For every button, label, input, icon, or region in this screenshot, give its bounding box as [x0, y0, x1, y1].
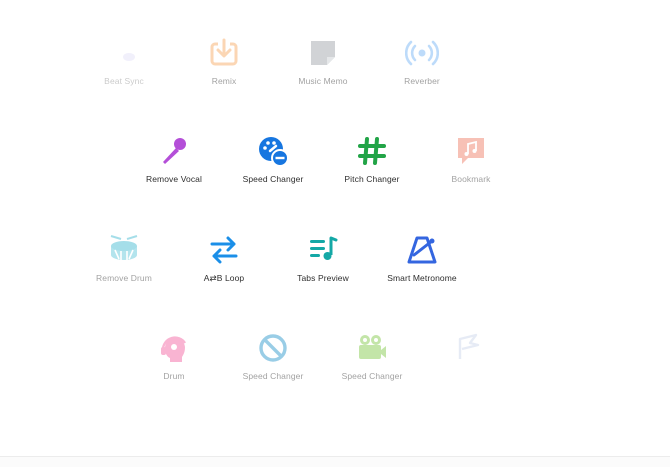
- tool-label: Beat Sync: [104, 76, 144, 86]
- tool-label: Music Memo: [298, 76, 348, 86]
- bottom-divider: [0, 456, 670, 467]
- tool-label: A⇄B Loop: [203, 273, 245, 283]
- tool-label: Speed Changer: [242, 174, 304, 184]
- tool-tile-ab-loop[interactable]: A⇄B Loop: [174, 225, 274, 305]
- music-note-chat-icon: [454, 134, 488, 168]
- tool-label: Remove Vocal: [145, 174, 202, 184]
- tool-tile-reverber[interactable]: Reverber: [372, 28, 472, 108]
- tool-label: Remix: [211, 76, 237, 86]
- tool-tile-pitch-changer[interactable]: Pitch Changer: [322, 126, 422, 206]
- tool-label: Speed Changer: [242, 371, 304, 381]
- playlist-icon: [306, 233, 340, 267]
- tool-tile-remove-drum[interactable]: Remove Drum: [74, 225, 174, 305]
- tool-label: Smart Metronome: [387, 273, 457, 283]
- tool-label: Pitch Changer: [344, 174, 400, 184]
- tool-label: Remove Drum: [96, 273, 152, 283]
- tool-label: Bookmark: [451, 174, 491, 184]
- tool-tile-bookmark[interactable]: Bookmark: [421, 126, 521, 206]
- tool-tile-speed-changer-2[interactable]: Speed Changer: [223, 323, 323, 403]
- microphone-icon: [157, 134, 191, 168]
- tool-label: Tabs Preview: [297, 273, 349, 283]
- tool-tile-remove-vocal[interactable]: Remove Vocal: [124, 126, 224, 206]
- tool-tile-music-memo[interactable]: Music Memo: [273, 28, 373, 108]
- tool-tile-speed-changer[interactable]: Speed Changer: [223, 126, 323, 206]
- tool-tile-remix[interactable]: Remix: [174, 28, 274, 108]
- tool-tile-speed-changer-3[interactable]: Speed Changer: [322, 323, 422, 403]
- broadcast-icon: [405, 36, 439, 70]
- sparkle-icon: [107, 36, 141, 70]
- tools-grid: Beat Sync Remix Music Memo Reverber Remov…: [0, 0, 670, 467]
- tool-tile-drum-headphones[interactable]: Drum: [124, 323, 224, 403]
- tool-tile-unknown-tile[interactable]: [421, 323, 521, 403]
- drum-icon: [107, 233, 141, 267]
- hashtag-icon: [355, 134, 389, 168]
- flag-icon: [454, 331, 488, 365]
- tool-tile-smart-metronome[interactable]: Smart Metronome: [372, 225, 472, 305]
- tool-label: Reverber: [404, 76, 440, 86]
- download-tray-icon: [207, 36, 241, 70]
- tool-tile-beat-sync[interactable]: Beat Sync: [74, 28, 174, 108]
- metronome-icon: [405, 233, 439, 267]
- block-icon: [256, 331, 290, 365]
- swap-arrows-icon: [207, 233, 241, 267]
- tool-label: Speed Changer: [341, 371, 403, 381]
- tool-tile-tabs-preview[interactable]: Tabs Preview: [273, 225, 373, 305]
- sticky-note-icon: [306, 36, 340, 70]
- tool-label: Drum: [163, 371, 185, 381]
- video-camera-icon: [355, 331, 389, 365]
- gauge-minus-icon: [256, 134, 290, 168]
- head-headphones-icon: [157, 331, 191, 365]
